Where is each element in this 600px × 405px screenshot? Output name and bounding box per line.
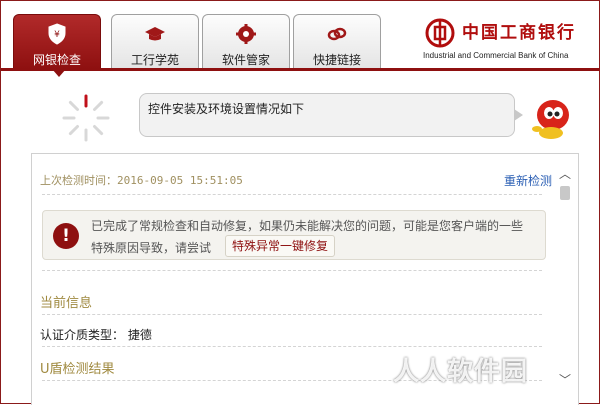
- gear-icon: [236, 24, 256, 44]
- scroll-up-icon[interactable]: ︿: [559, 168, 571, 180]
- tab-label: 软件管家: [221, 53, 270, 67]
- divider: [42, 194, 542, 195]
- scrollbar[interactable]: ︿ ﹀: [557, 164, 573, 396]
- graduation-cap-icon: [145, 27, 165, 41]
- divider: [42, 314, 542, 315]
- nav-divider: [1, 68, 600, 71]
- tab-label: 快捷链接: [312, 53, 361, 67]
- alert-icon: !: [53, 223, 79, 249]
- tab-label: 网银检查: [32, 53, 81, 67]
- current-info-title: 当前信息: [40, 296, 93, 311]
- tab-software-manager[interactable]: 软件管家: [202, 14, 290, 69]
- one-click-fix-button[interactable]: 特殊异常一键修复: [225, 235, 336, 257]
- tab-quick-links[interactable]: 快捷链接: [293, 14, 381, 69]
- brand-name-cn: 中国工商银行: [462, 23, 576, 43]
- watermark: 人人软件园: [393, 357, 529, 387]
- divider: [42, 270, 542, 271]
- auth-media-type: 认证介质类型： 捷德: [40, 328, 152, 342]
- ukey-check-title: U盾检测结果: [40, 362, 115, 377]
- icbc-emblem-icon: [425, 18, 455, 48]
- tab-online-banking-check[interactable]: ¥ 网银检查: [13, 14, 101, 77]
- link-icon: [327, 27, 347, 41]
- tab-icbc-academy[interactable]: 工行学苑: [111, 14, 199, 69]
- tab-label: 工行学苑: [130, 53, 179, 67]
- last-check-time: 上次检测时间：2016-09-05 15:51:05: [40, 174, 243, 187]
- scroll-down-icon[interactable]: ﹀: [559, 374, 571, 386]
- shield-icon: ¥: [48, 23, 66, 45]
- loading-spinner-icon: [62, 94, 110, 142]
- mascot-icon: [532, 100, 569, 139]
- icbc-logo: 中国工商银行 Industrial and Commercial Bank of…: [421, 18, 600, 66]
- recheck-link[interactable]: 重新检测: [504, 172, 552, 189]
- divider: [42, 346, 542, 347]
- bubble-tail: [514, 109, 523, 121]
- notice-text-line2: 特殊原因导致，请尝试: [91, 241, 212, 255]
- status-message-bubble: 控件安装及环境设置情况如下: [139, 93, 515, 137]
- notice-text-line1: 已完成了常规检查和自动修复，如果仍未能解决您的问题，可能是您客户端的一些: [91, 219, 524, 233]
- svg-text:¥: ¥: [54, 30, 60, 40]
- scroll-thumb[interactable]: [560, 186, 570, 200]
- app-window: ¥ 网银检查 工行学苑 软件管家 快捷链接 中国工商银行 Industrial …: [0, 0, 600, 405]
- brand-name-en: Industrial and Commercial Bank of China: [423, 51, 569, 60]
- status-message: 控件安装及环境设置情况如下: [148, 102, 305, 116]
- notice-box: ! 已完成了常规检查和自动修复，如果仍未能解决您的问题，可能是您客户端的一些 特…: [42, 210, 546, 260]
